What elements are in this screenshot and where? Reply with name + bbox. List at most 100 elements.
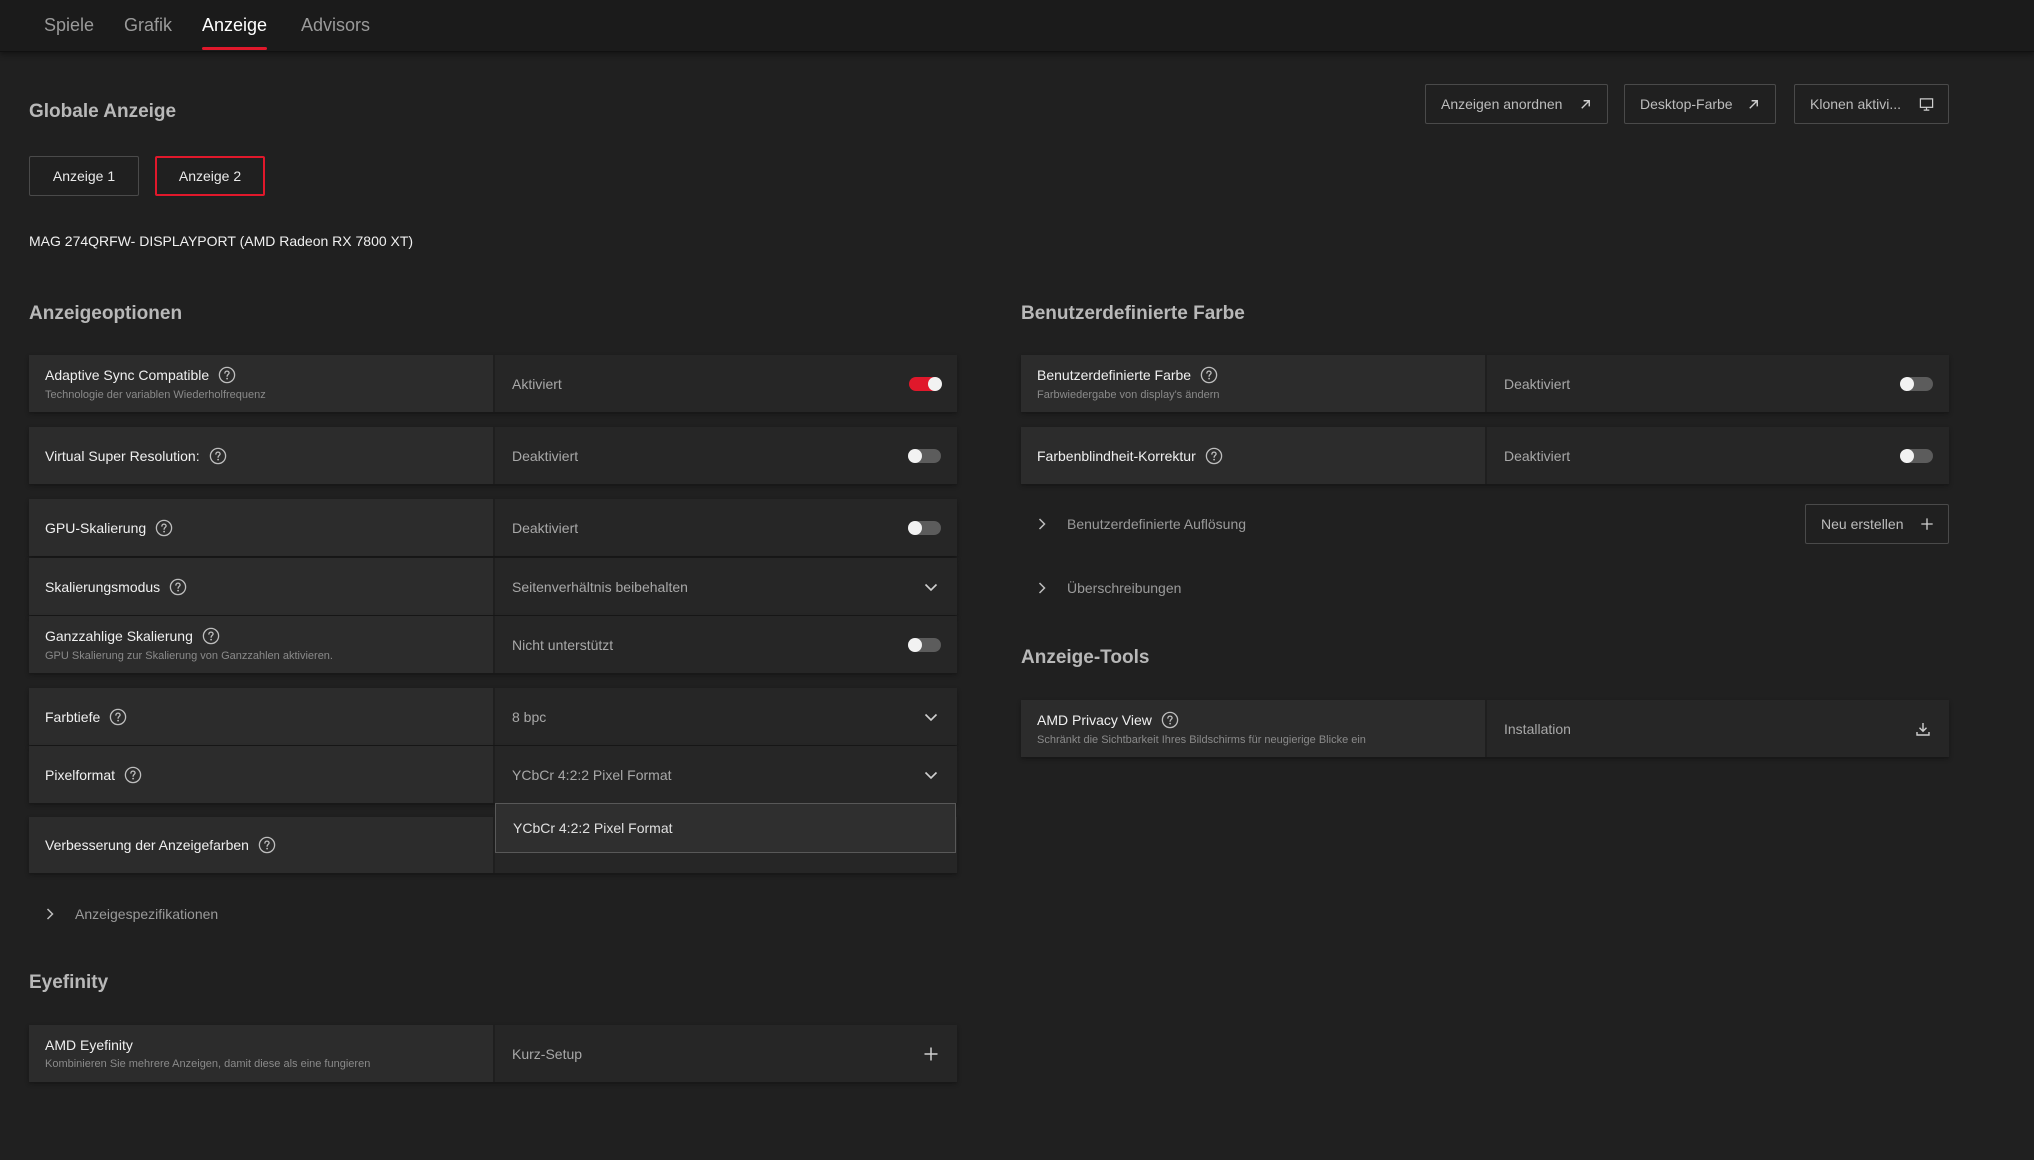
integer-scaling-value: Nicht unterstützt [512, 636, 614, 653]
eyefinity-quick-setup[interactable]: Kurz-Setup [493, 1025, 957, 1082]
display-1-button[interactable]: Anzeige 1 [29, 156, 139, 196]
arrange-displays-label: Anzeigen anordnen [1441, 96, 1563, 112]
chevron-down-icon [923, 767, 939, 783]
privacy-view-title: AMD Privacy View [1037, 712, 1152, 728]
adaptive-sync-value: Aktiviert [512, 375, 562, 392]
chevron-right-icon [1035, 517, 1049, 531]
pixel-format-row: Pixelformat YCbCr 4:2:2 Pixel Format [29, 746, 957, 803]
monitor-icon [1919, 97, 1934, 112]
chevron-right-icon [1035, 581, 1049, 595]
pixel-format-value: YCbCr 4:2:2 Pixel Format [512, 766, 672, 783]
help-icon[interactable] [209, 447, 227, 465]
chevron-down-icon [923, 579, 939, 595]
gpu-scaling-value: Deaktiviert [512, 519, 579, 536]
colorblind-correction-row: Farbenblindheit-Korrektur Deaktiviert [1021, 427, 1949, 484]
vsr-toggle[interactable] [908, 448, 941, 463]
help-icon[interactable] [155, 519, 173, 537]
help-icon[interactable] [1161, 711, 1179, 729]
custom-resolution-expander[interactable]: Benutzerdefinierte Auflösung [1035, 516, 1246, 532]
display-options-heading: Anzeigeoptionen [29, 303, 183, 324]
help-icon[interactable] [258, 836, 276, 854]
global-display-heading: Globale Anzeige [29, 101, 177, 122]
vsr-value: Deaktiviert [512, 447, 579, 464]
privacy-view-install[interactable]: Installation [1485, 700, 1949, 757]
create-new-button[interactable]: Neu erstellen [1805, 504, 1949, 544]
help-icon[interactable] [109, 708, 127, 726]
color-enhancement-title: Verbesserung der Anzeigefarben [45, 837, 249, 853]
amd-eyefinity-subtitle: Kombinieren Sie mehrere Anzeigen, damit … [45, 1058, 371, 1070]
help-icon[interactable] [124, 766, 142, 784]
amd-eyefinity-row: AMD Eyefinity Kombinieren Sie mehrere An… [29, 1025, 957, 1082]
display-specs-label: Anzeigespezifikationen [75, 906, 219, 922]
integer-scaling-title: Ganzzahlige Skalierung [45, 628, 193, 644]
clone-display-button[interactable]: Klonen aktivi... [1794, 84, 1949, 124]
color-depth-dropdown[interactable]: 8 bpc [493, 688, 957, 745]
desktop-color-button[interactable]: Desktop-Farbe [1624, 84, 1776, 124]
virtual-super-resolution-row: Virtual Super Resolution: Deaktiviert [29, 427, 957, 484]
amd-eyefinity-title: AMD Eyefinity [45, 1037, 133, 1053]
download-icon [1915, 721, 1931, 737]
arrange-displays-button[interactable]: Anzeigen anordnen [1425, 84, 1608, 124]
display-tools-heading: Anzeige-Tools [1021, 647, 1150, 668]
tab-grafik[interactable]: Grafik [124, 0, 172, 52]
scaling-mode-row: Skalierungsmodus Seitenverhältnis beibeh… [29, 558, 957, 615]
pixel-format-title: Pixelformat [45, 766, 116, 783]
scaling-mode-value: Seitenverhältnis beibehalten [512, 578, 688, 595]
vsr-title: Virtual Super Resolution: [45, 447, 200, 464]
gpu-scaling-toggle[interactable] [908, 520, 941, 535]
external-arrow-icon [1578, 97, 1593, 112]
color-depth-row: Farbtiefe 8 bpc [29, 688, 957, 745]
gpu-scaling-row: GPU-Skalierung Deaktiviert [29, 499, 957, 556]
custom-color-heading: Benutzerdefinierte Farbe [1021, 303, 1245, 324]
adaptive-sync-row: Adaptive Sync Compatible Technologie der… [29, 355, 957, 412]
help-icon[interactable] [1200, 366, 1218, 384]
overrides-expander[interactable]: Überschreibungen [1035, 580, 1181, 596]
help-icon[interactable] [169, 578, 187, 596]
display-2-button[interactable]: Anzeige 2 [155, 156, 265, 196]
help-icon[interactable] [1205, 447, 1223, 465]
scaling-mode-title: Skalierungsmodus [45, 578, 161, 595]
help-icon[interactable] [218, 366, 236, 384]
plus-icon [1920, 517, 1934, 531]
tab-spiele[interactable]: Spiele [44, 0, 94, 52]
pixel-format-dropdown[interactable]: YCbCr 4:2:2 Pixel Format [493, 746, 957, 803]
color-depth-title: Farbtiefe [45, 708, 101, 725]
tab-advisors[interactable]: Advisors [301, 0, 370, 52]
custom-color-row: Benutzerdefinierte Farbe Farbwiedergabe … [1021, 355, 1949, 412]
custom-color-value: Deaktiviert [1504, 375, 1571, 392]
top-navigation: Spiele Grafik Anzeige Advisors [0, 0, 2034, 52]
gpu-scaling-title: GPU-Skalierung [45, 519, 147, 536]
colorblind-value: Deaktiviert [1504, 447, 1571, 464]
privacy-view-install-label: Installation [1504, 720, 1571, 737]
monitor-name: MAG 274QRFW- DISPLAYPORT (AMD Radeon RX … [29, 233, 414, 249]
color-depth-value: 8 bpc [512, 708, 547, 725]
amd-privacy-view-row: AMD Privacy View Schränkt die Sichtbarke… [1021, 700, 1949, 757]
adaptive-sync-title: Adaptive Sync Compatible [45, 367, 210, 383]
pixel-format-dropdown-option[interactable]: YCbCr 4:2:2 Pixel Format [495, 803, 956, 853]
overrides-label: Überschreibungen [1067, 580, 1182, 596]
help-icon[interactable] [202, 627, 220, 645]
plus-icon [923, 1046, 939, 1062]
desktop-color-label: Desktop-Farbe [1640, 96, 1733, 112]
chevron-right-icon [43, 907, 57, 921]
colorblind-title: Farbenblindheit-Korrektur [1037, 447, 1196, 464]
external-arrow-icon [1746, 97, 1761, 112]
integer-scaling-toggle[interactable] [908, 637, 941, 652]
tab-anzeige[interactable]: Anzeige [202, 0, 268, 52]
eyefinity-heading: Eyefinity [29, 972, 109, 993]
adaptive-sync-toggle[interactable] [909, 376, 942, 391]
chevron-down-icon [923, 709, 939, 725]
custom-color-subtitle: Farbwiedergabe von display's ändern [1037, 389, 1220, 401]
clone-display-label: Klonen aktivi... [1810, 96, 1902, 112]
privacy-view-subtitle: Schränkt die Sichtbarkeit Ihres Bildschi… [1037, 734, 1366, 746]
custom-color-title: Benutzerdefinierte Farbe [1037, 367, 1192, 383]
custom-color-toggle[interactable] [1900, 376, 1933, 391]
colorblind-toggle[interactable] [1900, 448, 1933, 463]
display-specs-expander[interactable]: Anzeigespezifikationen [43, 906, 218, 922]
adaptive-sync-subtitle: Technologie der variablen Wiederholfrequ… [45, 389, 266, 401]
scaling-mode-dropdown[interactable]: Seitenverhältnis beibehalten [493, 558, 957, 615]
integer-scaling-row: Ganzzahlige Skalierung GPU Skalierung zu… [29, 616, 957, 673]
create-new-label: Neu erstellen [1821, 516, 1904, 532]
eyefinity-quick-setup-label: Kurz-Setup [512, 1045, 583, 1062]
integer-scaling-subtitle: GPU Skalierung zur Skalierung von Ganzza… [45, 650, 333, 662]
